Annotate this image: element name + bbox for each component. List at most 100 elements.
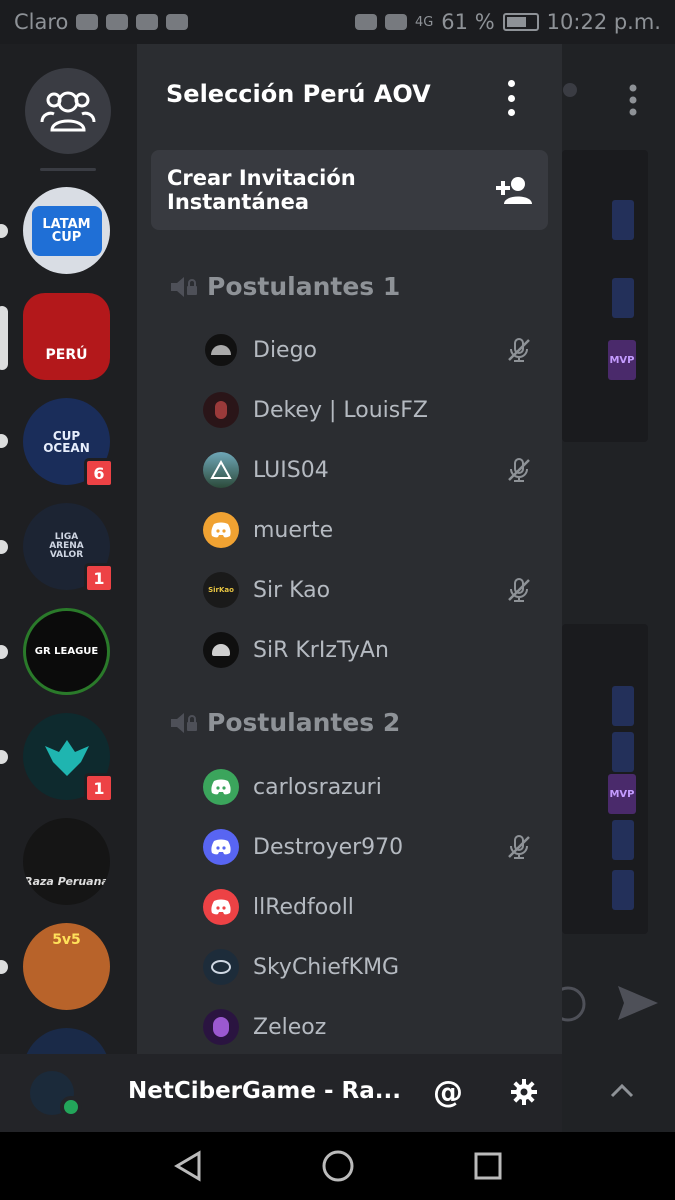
guild-label: LIGA ARENA VALOR xyxy=(49,532,84,560)
channel-drawer: Selección Perú AOV Crear Invitación Inst… xyxy=(137,44,562,1054)
headset-icon xyxy=(354,14,377,30)
voice-member[interactable]: Dekey | LouisFZ xyxy=(203,386,533,434)
voice-member[interactable]: SkyChiefKMG xyxy=(203,943,533,991)
avatar xyxy=(203,632,239,668)
carrier-label: Claro xyxy=(14,10,69,34)
voice-member[interactable]: muerte xyxy=(203,506,533,554)
username[interactable]: NetCiberGame - Ra... xyxy=(128,1078,401,1104)
member-list-icon[interactable] xyxy=(562,82,582,114)
member-name: carlosrazuri xyxy=(253,774,382,800)
mic-muted-icon xyxy=(508,835,530,859)
network-type: 4G xyxy=(414,14,434,30)
server-menu-icon[interactable] xyxy=(501,80,521,116)
emoji-icon[interactable] xyxy=(562,982,606,1026)
locked-voice-icon xyxy=(171,712,197,733)
avatar: SirKao xyxy=(203,572,239,608)
server-icon-raza-peruana[interactable]: Raza Peruana xyxy=(23,818,110,905)
voice-category[interactable]: Postulantes 2 xyxy=(169,708,400,737)
mic-muted-icon xyxy=(508,458,530,482)
home-button[interactable] xyxy=(318,1146,358,1186)
direct-messages-button[interactable] xyxy=(25,68,111,154)
friends-icon xyxy=(40,91,96,132)
member-name: SiR KrIzTyAn xyxy=(253,637,389,663)
mvp-tag: MVP xyxy=(608,774,636,814)
server-icon-5v5[interactable]: 5v5 xyxy=(23,923,110,1010)
voice-member[interactable]: LUIS04 xyxy=(203,446,533,494)
mention-badge: 1 xyxy=(84,563,114,593)
member-name: SkyChiefKMG xyxy=(253,954,400,980)
chevron-up-icon[interactable] xyxy=(610,1082,634,1098)
server-icon-peru[interactable]: PERÚ xyxy=(23,293,110,380)
avatar xyxy=(203,1009,239,1045)
mvp-tag: MVP xyxy=(608,340,636,380)
chat-input-area xyxy=(562,1054,675,1132)
score-bar xyxy=(612,278,634,318)
voice-member[interactable]: Zeleoz xyxy=(203,1003,533,1051)
guild-label: GR LEAGUE xyxy=(34,645,99,657)
score-bar xyxy=(612,686,634,726)
discord-default-avatar xyxy=(203,889,239,925)
server-rail: LATAM CUP PERÚ CUP OCEAN 6 LIGA ARENA VA… xyxy=(0,44,137,1054)
guild-label: LATAM CUP xyxy=(31,205,102,256)
server-icon-partial[interactable] xyxy=(23,1028,110,1054)
voice-member[interactable]: Diego xyxy=(203,326,533,374)
avatar xyxy=(203,332,239,368)
mic-muted-icon xyxy=(508,578,530,602)
mic-muted-icon xyxy=(508,338,530,362)
discord-default-avatar xyxy=(203,829,239,865)
mentions-button[interactable]: @ xyxy=(428,1072,468,1112)
android-nav-bar xyxy=(0,1132,675,1200)
battery-icon xyxy=(502,13,539,31)
voice-member[interactable]: SiR KrIzTyAn xyxy=(203,626,533,674)
create-invite-label: Crear Invitación Instantánea xyxy=(167,166,356,214)
guild-label: Raza Peruana xyxy=(24,875,109,888)
create-invite-button[interactable]: Crear Invitación Instantánea xyxy=(151,150,548,230)
mail-notification-icon xyxy=(166,14,189,30)
voice-member[interactable]: Destroyer970 xyxy=(203,823,533,871)
member-name: Diego xyxy=(253,337,318,363)
gear-icon xyxy=(511,1079,537,1105)
send-icon[interactable] xyxy=(616,984,660,1022)
voice-category[interactable]: Postulantes 1 xyxy=(169,272,400,301)
discord-notification-icon xyxy=(136,14,159,30)
member-name: llRedfooll xyxy=(253,894,354,920)
member-name: Dekey | LouisFZ xyxy=(253,397,428,423)
selected-indicator xyxy=(0,306,8,370)
settings-button[interactable] xyxy=(504,1072,544,1112)
unread-indicator xyxy=(0,224,8,238)
voice-member[interactable]: llRedfooll xyxy=(203,883,533,931)
more-icon[interactable] xyxy=(628,84,638,116)
discord-default-avatar xyxy=(203,769,239,805)
guild-label: PERÚ xyxy=(45,346,88,363)
server-icon-latam-cup[interactable]: LATAM CUP xyxy=(23,187,110,274)
rail-separator xyxy=(40,168,96,171)
server-name[interactable]: Selección Perú AOV xyxy=(166,80,431,108)
discord-default-avatar xyxy=(203,512,239,548)
member-name: LUIS04 xyxy=(253,457,329,483)
discord-notification-icon xyxy=(76,14,99,30)
alarm-icon xyxy=(384,14,407,30)
recents-button[interactable] xyxy=(468,1146,508,1186)
member-name: Zeleoz xyxy=(253,1014,327,1040)
member-name: Sir Kao xyxy=(253,577,331,603)
unread-indicator xyxy=(0,750,8,764)
score-bar xyxy=(612,870,634,910)
voice-member[interactable]: SirKao Sir Kao xyxy=(203,566,533,614)
recents-square-icon xyxy=(474,1152,502,1180)
category-name: Postulantes 1 xyxy=(207,272,401,301)
avatar xyxy=(203,452,239,488)
embed-image: MVP xyxy=(562,150,648,442)
member-name: muerte xyxy=(253,517,334,543)
clock: 10:22 p.m. xyxy=(546,10,661,34)
battery-percent: 61 % xyxy=(441,10,495,34)
category-name: Postulantes 2 xyxy=(207,708,401,737)
voice-member[interactable]: carlosrazuri xyxy=(203,763,533,811)
member-name: Destroyer970 xyxy=(253,834,404,860)
unread-indicator xyxy=(0,434,8,448)
add-user-icon xyxy=(496,177,532,204)
back-button[interactable] xyxy=(168,1146,208,1186)
online-status-icon xyxy=(60,1096,82,1118)
server-icon-gr-league[interactable]: GR LEAGUE xyxy=(23,608,110,695)
chat-background: MVP MVP xyxy=(562,44,675,1132)
score-bar xyxy=(612,820,634,860)
